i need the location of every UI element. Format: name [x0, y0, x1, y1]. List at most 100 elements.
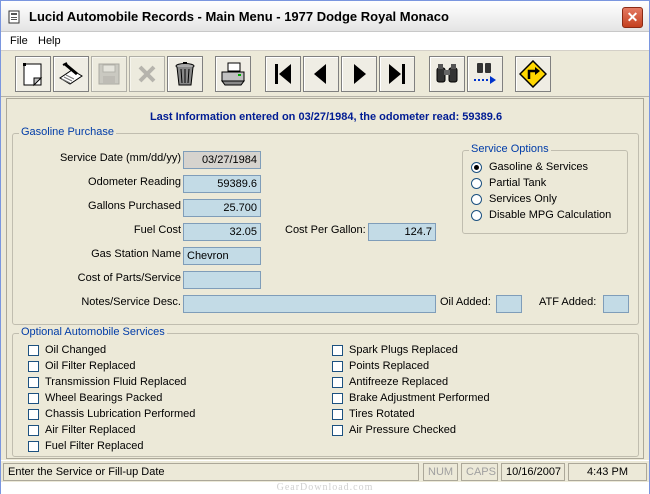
- oil-added-field[interactable]: [496, 295, 522, 313]
- next-record-button[interactable]: [341, 56, 377, 92]
- find-next-button[interactable]: [467, 56, 503, 92]
- checkbox[interactable]: [332, 409, 343, 420]
- service-option-label: Gasoline & Services: [489, 161, 589, 173]
- checkbox[interactable]: [332, 345, 343, 356]
- next-record-icon: [354, 64, 366, 84]
- gallons-field[interactable]: 25.700: [183, 199, 261, 217]
- cost-per-gallon-label: Cost Per Gallon:: [285, 224, 366, 236]
- last-record-button[interactable]: [379, 56, 415, 92]
- window-title: Lucid Automobile Records - Main Menu - 1…: [29, 9, 449, 24]
- print-button[interactable]: [215, 56, 251, 92]
- status-date: 10/16/2007: [501, 463, 565, 481]
- bottom-strip: GearDownload.com: [1, 482, 649, 494]
- watermark-logo: GearDownload.com: [276, 482, 374, 493]
- gasoline-purchase-group: Gasoline Purchase Service Date (mm/dd/yy…: [12, 126, 639, 325]
- checkbox[interactable]: [28, 425, 39, 436]
- app-window: Lucid Automobile Records - Main Menu - 1…: [0, 0, 650, 494]
- checkbox[interactable]: [28, 409, 39, 420]
- checkbox[interactable]: [28, 361, 39, 372]
- checkbox[interactable]: [332, 393, 343, 404]
- service-checkbox-label: Air Pressure Checked: [349, 424, 456, 436]
- optional-services-legend: Optional Automobile Services: [19, 326, 167, 338]
- checkbox[interactable]: [28, 441, 39, 452]
- close-button[interactable]: ✕: [622, 7, 643, 28]
- parts-cost-field[interactable]: [183, 271, 261, 289]
- service-checkbox-label: Transmission Fluid Replaced: [45, 376, 187, 388]
- service-checkbox-label: Antifreeze Replaced: [349, 376, 449, 388]
- status-bar: Enter the Service or Fill-up Date NUM CA…: [1, 460, 649, 481]
- trash-can-icon: [175, 62, 195, 86]
- service-checkbox-label: Oil Changed: [45, 344, 107, 356]
- fuel-cost-field[interactable]: 32.05: [183, 223, 261, 241]
- find-binoculars-icon: [436, 64, 458, 83]
- odometer-label: Odometer Reading: [88, 176, 181, 188]
- status-message: Enter the Service or Fill-up Date: [3, 463, 419, 481]
- menu-bar: File Help: [1, 32, 649, 51]
- oil-added-label: Oil Added:: [440, 296, 491, 308]
- new-record-button[interactable]: [15, 56, 51, 92]
- service-option-label: Disable MPG Calculation: [489, 209, 612, 221]
- service-option-label: Partial Tank: [489, 177, 547, 189]
- service-date-field[interactable]: 03/27/1984: [183, 151, 261, 169]
- radio-button[interactable]: [471, 210, 482, 221]
- fuel-cost-label: Fuel Cost: [133, 224, 181, 236]
- previous-record-button[interactable]: [303, 56, 339, 92]
- service-checkbox-label: Brake Adjustment Performed: [349, 392, 490, 404]
- trash-button[interactable]: [167, 56, 203, 92]
- service-checkbox-label: Oil Filter Replaced: [45, 360, 136, 372]
- service-checkbox-label: Wheel Bearings Packed: [45, 392, 163, 404]
- atf-added-field[interactable]: [603, 295, 629, 313]
- service-checkbox-label: Chassis Lubrication Performed: [45, 408, 196, 420]
- new-document-icon: [23, 63, 43, 87]
- delete-x-icon: [138, 65, 156, 83]
- checkbox[interactable]: [28, 377, 39, 388]
- optional-services-group: Optional Automobile Services Oil Changed…: [12, 326, 639, 457]
- main-panel: Last Information entered on 03/27/1984, …: [6, 98, 644, 459]
- app-icon: [8, 10, 20, 24]
- parts-cost-label: Cost of Parts/Service: [77, 272, 181, 284]
- service-options-group: Service Options Gasoline & Services Part…: [462, 143, 628, 234]
- checkbox[interactable]: [28, 345, 39, 356]
- atf-added-label: ATF Added:: [539, 296, 597, 308]
- checkbox[interactable]: [332, 377, 343, 388]
- first-record-button[interactable]: [265, 56, 301, 92]
- radio-button[interactable]: [471, 162, 482, 173]
- service-checkbox-label: Tires Rotated: [349, 408, 415, 420]
- station-field[interactable]: Chevron: [183, 247, 261, 265]
- delete-record-button[interactable]: [129, 56, 165, 92]
- road-sign-icon: [519, 60, 547, 88]
- edit-pen-icon: [59, 62, 83, 85]
- save-disk-icon: [98, 63, 120, 85]
- service-checkbox-label: Points Replaced: [349, 360, 430, 372]
- service-checkbox-label: Spark Plugs Replaced: [349, 344, 458, 356]
- edit-record-button[interactable]: [53, 56, 89, 92]
- radio-button[interactable]: [471, 194, 482, 205]
- gasoline-purchase-legend: Gasoline Purchase: [19, 126, 116, 138]
- notes-field[interactable]: [183, 295, 436, 313]
- odometer-field[interactable]: 59389.6: [183, 175, 261, 193]
- save-record-button[interactable]: [91, 56, 127, 92]
- road-sign-button[interactable]: [515, 56, 551, 92]
- gallons-label: Gallons Purchased: [88, 200, 181, 212]
- menu-help[interactable]: Help: [38, 35, 61, 47]
- printer-icon: [221, 62, 245, 86]
- title-bar[interactable]: Lucid Automobile Records - Main Menu - 1…: [1, 1, 649, 32]
- radio-button[interactable]: [471, 178, 482, 189]
- first-record-icon: [275, 64, 291, 84]
- service-checkbox-label: Fuel Filter Replaced: [45, 440, 144, 452]
- service-options-legend: Service Options: [469, 143, 551, 155]
- checkbox[interactable]: [332, 361, 343, 372]
- last-info-banner: Last Information entered on 03/27/1984, …: [149, 111, 503, 123]
- find-button[interactable]: [429, 56, 465, 92]
- service-option-label: Services Only: [489, 193, 557, 205]
- caps-lock-indicator: CAPS: [461, 463, 498, 481]
- previous-record-icon: [314, 64, 326, 84]
- notes-label: Notes/Service Desc.: [81, 296, 181, 308]
- last-record-icon: [389, 64, 405, 84]
- checkbox[interactable]: [28, 393, 39, 404]
- status-time: 4:43 PM: [568, 463, 647, 481]
- menu-file[interactable]: File: [10, 35, 28, 47]
- checkbox[interactable]: [332, 425, 343, 436]
- service-checkbox-label: Air Filter Replaced: [45, 424, 136, 436]
- find-next-icon: [474, 63, 496, 84]
